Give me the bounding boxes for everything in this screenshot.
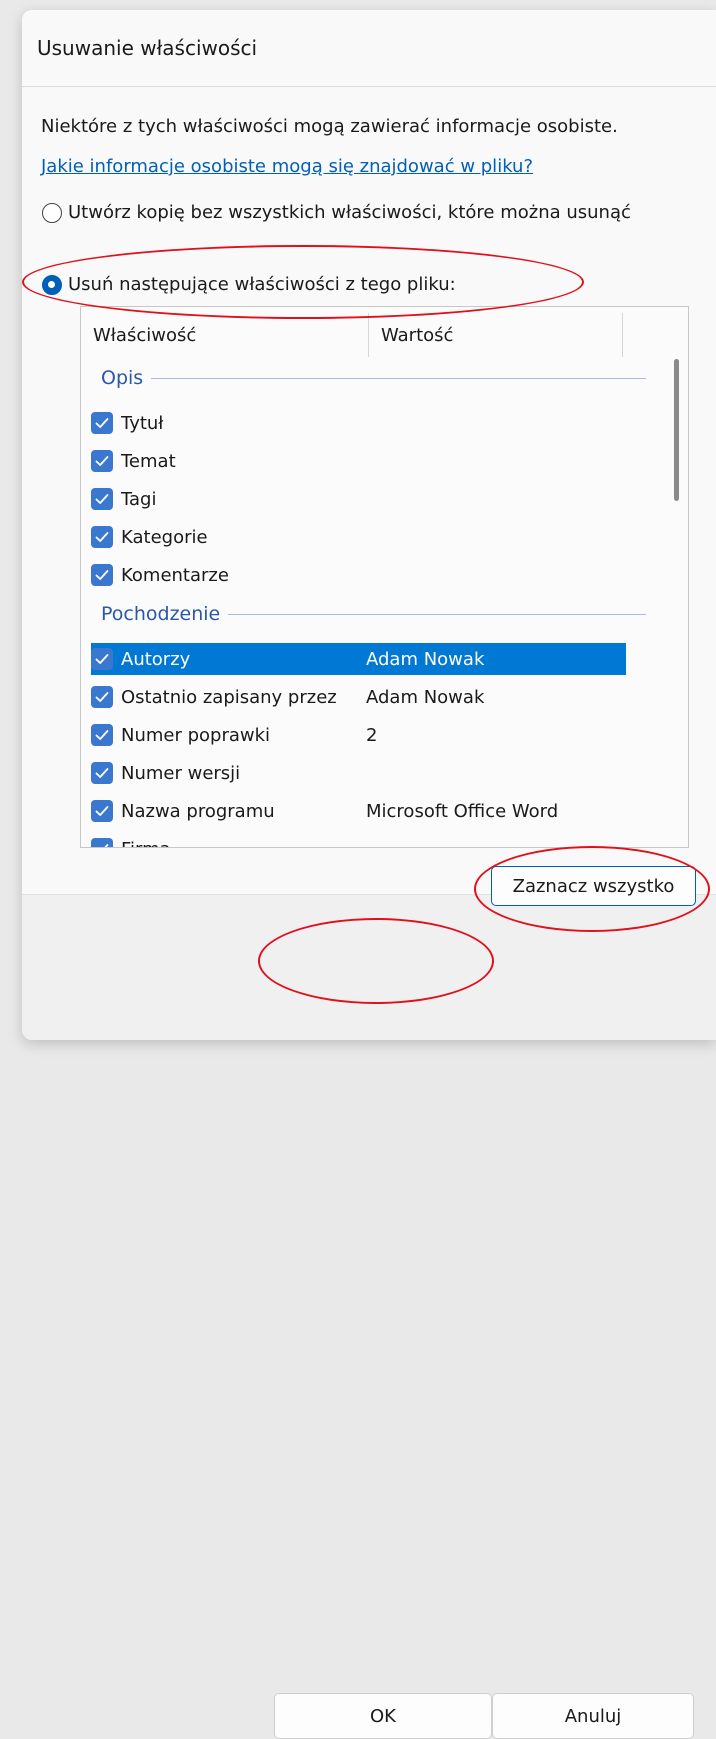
column-header-property[interactable]: Właściwość (93, 325, 196, 346)
column-divider[interactable] (368, 313, 369, 357)
checkbox-checked-icon[interactable] (91, 838, 113, 847)
property-value: Adam Nowak (366, 686, 485, 708)
scrollbar-thumb[interactable] (674, 359, 679, 501)
group-divider (151, 377, 646, 379)
property-name: Tagi (121, 488, 157, 510)
checkbox-checked-icon[interactable] (91, 412, 113, 434)
property-row[interactable]: Nazwa programu Microsoft Office Word (91, 795, 626, 827)
property-name: Firma (121, 839, 366, 848)
property-name: Nazwa programu (121, 800, 275, 822)
info-text: Niektóre z tych właściwości mogą zawiera… (41, 116, 618, 137)
property-row[interactable]: Komentarze (91, 559, 626, 591)
radio-selected-icon[interactable] (42, 275, 62, 295)
title-divider (22, 86, 716, 87)
checkbox-checked-icon[interactable] (91, 724, 113, 746)
checkbox-checked-icon[interactable] (91, 800, 113, 822)
property-row[interactable]: Temat (91, 445, 626, 477)
select-all-button[interactable]: Zaznacz wszystko (491, 866, 696, 906)
property-name: Kategorie (121, 526, 208, 548)
column-divider[interactable] (622, 313, 623, 357)
radio-remove-properties[interactable]: Usuń następujące właściwości z tego plik… (42, 272, 456, 298)
checkbox-checked-icon[interactable] (91, 762, 113, 784)
ok-button[interactable]: OK (274, 1693, 492, 1739)
checkbox-checked-icon[interactable] (91, 526, 113, 548)
property-name: Tytuł (121, 412, 164, 434)
property-row[interactable]: Autorzy Adam Nowak (91, 643, 626, 675)
remove-properties-dialog: Usuwanie właściwości Niektóre z tych wła… (22, 10, 716, 1739)
group-header: Pochodzenie (101, 603, 646, 625)
property-name: Numer wersji (121, 762, 241, 784)
checkbox-checked-icon[interactable] (91, 648, 113, 670)
dialog-title: Usuwanie właściwości (37, 36, 258, 60)
checkbox-checked-icon[interactable] (91, 686, 113, 708)
personal-info-link[interactable]: Jakie informacje osobiste mogą się znajd… (41, 156, 533, 177)
column-header-value[interactable]: Wartość (381, 325, 453, 346)
checkbox-checked-icon[interactable] (91, 488, 113, 510)
list-scrollbar[interactable] (668, 307, 688, 847)
checkbox-checked-icon[interactable] (91, 564, 113, 586)
property-row[interactable]: Kategorie (91, 521, 626, 553)
dialog-footer: OK Anuluj (22, 894, 716, 1739)
property-row[interactable]: Tagi (91, 483, 626, 515)
property-name: Numer poprawki (121, 724, 271, 746)
radio-create-copy-label: Utwórz kopię bez wszystkich właściwości,… (68, 202, 631, 223)
property-value: Microsoft Office Word (366, 800, 559, 822)
cancel-button[interactable]: Anuluj (492, 1693, 694, 1739)
property-name: Ostatnio zapisany przez (121, 686, 337, 708)
checkbox-checked-icon[interactable] (91, 450, 113, 472)
properties-list[interactable]: Właściwość Wartość Opis Tytuł Temat Tagi Kat… (80, 306, 689, 848)
property-row[interactable]: Numer wersji (91, 757, 626, 789)
radio-circle-icon[interactable] (42, 203, 62, 223)
group-header-label: Opis (101, 367, 144, 389)
property-name: Autorzy (121, 648, 191, 670)
property-value: 2 (366, 724, 378, 746)
property-name: Temat (121, 450, 176, 472)
radio-remove-properties-label: Usuń następujące właściwości z tego plik… (68, 274, 456, 295)
property-name: Komentarze (121, 564, 229, 586)
radio-create-copy[interactable]: Utwórz kopię bez wszystkich właściwości,… (42, 200, 662, 226)
group-header-label: Pochodzenie (101, 603, 221, 625)
group-divider (228, 613, 646, 615)
property-row[interactable]: Tytuł (91, 407, 626, 439)
group-header: Opis (101, 367, 646, 389)
property-value: Adam Nowak (366, 648, 485, 670)
property-row[interactable]: Firma (91, 833, 626, 848)
property-row[interactable]: Ostatnio zapisany przez Adam Nowak (91, 681, 626, 713)
property-row[interactable]: Numer poprawki 2 (91, 719, 626, 751)
